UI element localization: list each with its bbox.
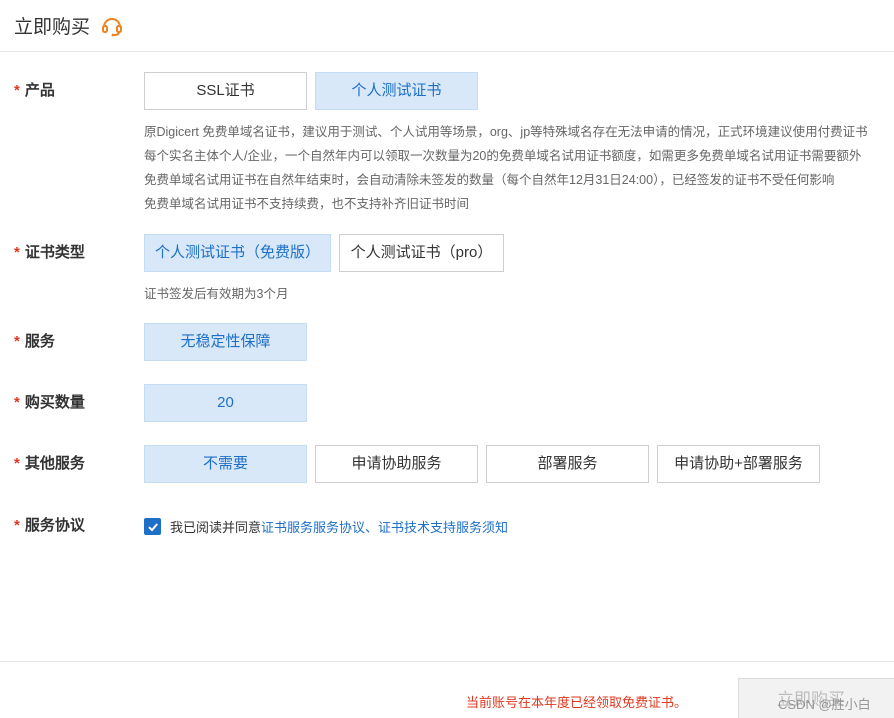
agreement-separator: 、 (365, 520, 379, 535)
other-service-options: 不需要 申请协助服务 部署服务 申请协助+部署服务 (144, 445, 820, 483)
purchase-footer: 当前账号在本年度已经领取免费证书。 立即购买 (0, 661, 894, 718)
headset-support-icon[interactable] (100, 14, 124, 38)
product-desc-line: 原Digicert 免费单域名证书，建议用于测试、个人试用等场景，org、jp等… (144, 125, 868, 139)
quantity-label: * 购买数量 (14, 394, 85, 411)
cert-type-option-free[interactable]: 个人测试证书（免费版） (144, 234, 331, 272)
product-desc-line: 免费单域名试用证书在自然年结束时，会自动清除未签发的数量（每个自然年12月31日… (144, 173, 835, 187)
product-option-ssl[interactable]: SSL证书 (144, 72, 307, 110)
agreement-text: 我已阅读并同意 (170, 520, 262, 535)
other-service-option-none[interactable]: 不需要 (144, 445, 307, 483)
agreement-label: * 服务协议 (14, 517, 85, 534)
other-service-label: * 其他服务 (14, 455, 85, 472)
other-service-option-deploy[interactable]: 部署服务 (486, 445, 649, 483)
page-title: 立即购买 (14, 17, 91, 38)
quantity-options: 20 (144, 384, 307, 422)
other-service-option-assist-deploy[interactable]: 申请协助+部署服务 (657, 445, 820, 483)
cert-type-options: 个人测试证书（免费版） 个人测试证书（pro） (144, 234, 504, 272)
product-label: * 产品 (14, 82, 55, 99)
quantity-value[interactable]: 20 (144, 384, 307, 422)
check-icon (147, 522, 158, 531)
product-desc-line: 免费单域名试用证书不支持续费，也不支持补齐旧证书时间 (144, 197, 470, 211)
service-label: * 服务 (14, 333, 55, 350)
service-options: 无稳定性保障 (144, 323, 307, 361)
agreement-checkbox-group: 我已阅读并同意 证书服务服务协议 、 证书技术支持服务须知 (144, 517, 508, 536)
cert-type-option-pro[interactable]: 个人测试证书（pro） (339, 234, 504, 272)
agreement-checkbox[interactable] (144, 518, 161, 535)
tech-support-notice-link[interactable]: 证书技术支持服务须知 (378, 517, 508, 536)
product-options: SSL证书 个人测试证书 (144, 72, 478, 110)
product-desc-line: 每个实名主体个人/企业，一个自然年内可以领取一次数量为20的免费单域名试用证书额… (144, 149, 862, 163)
product-option-personal-test[interactable]: 个人测试证书 (315, 72, 478, 110)
cert-type-label: * 证书类型 (14, 244, 85, 261)
watermark: CSDN @胜小白 (778, 697, 871, 712)
product-description: 原Digicert 免费单域名证书，建议用于测试、个人试用等场景，org、jp等… (144, 120, 894, 216)
cert-type-description: 证书签发后有效期为3个月 (144, 287, 289, 301)
free-cert-notice: 当前账号在本年度已经领取免费证书。 (466, 695, 688, 710)
other-service-option-apply-assist[interactable]: 申请协助服务 (315, 445, 478, 483)
page-header: 立即购买 (0, 0, 894, 52)
service-option-no-guarantee[interactable]: 无稳定性保障 (144, 323, 307, 361)
service-agreement-link[interactable]: 证书服务服务协议 (261, 517, 365, 536)
purchase-page: 立即购买 * 产品 SSL证书 个人测试证书 原Digicert 免费单域名证书，… (0, 0, 894, 718)
